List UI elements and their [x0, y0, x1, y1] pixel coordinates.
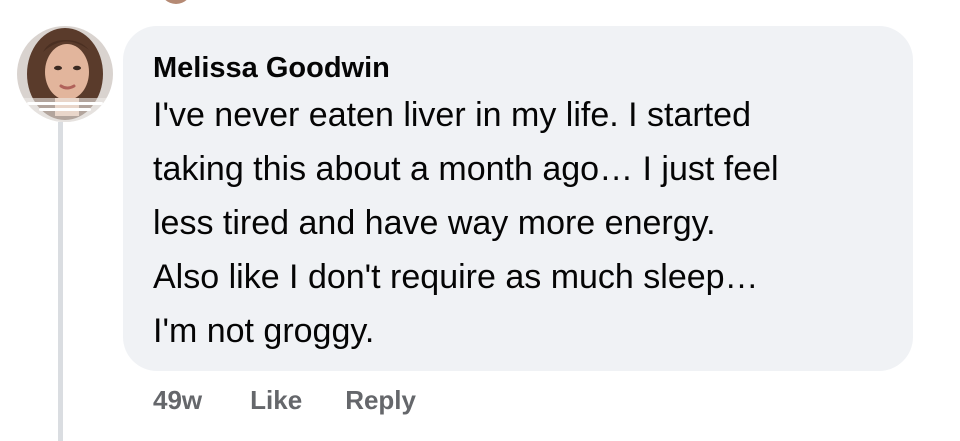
- comment-actions: 49w Like Reply: [153, 383, 459, 417]
- thread-line: [58, 122, 63, 441]
- like-button[interactable]: Like: [250, 383, 302, 417]
- comment-bubble: Melissa Goodwin I've never eaten liver i…: [123, 26, 913, 371]
- previous-avatar-fragment: [160, 0, 192, 4]
- comment-line: taking this about a month ago… I just fe…: [153, 150, 779, 188]
- reply-button[interactable]: Reply: [345, 383, 416, 417]
- avatar-photo: [17, 26, 113, 122]
- comment-line: Also like I don't require as much sleep…: [153, 258, 759, 296]
- comment-line: less tired and have way more energy.: [153, 204, 716, 242]
- comment-timestamp[interactable]: 49w: [153, 383, 202, 417]
- comment-body: I've never eaten liver in my life. I sta…: [153, 88, 889, 358]
- comment-line: I'm not groggy.: [153, 312, 375, 350]
- comment-line: I've never eaten liver in my life. I sta…: [153, 96, 751, 134]
- avatar[interactable]: [17, 26, 113, 122]
- comment-author-name[interactable]: Melissa Goodwin: [153, 50, 390, 86]
